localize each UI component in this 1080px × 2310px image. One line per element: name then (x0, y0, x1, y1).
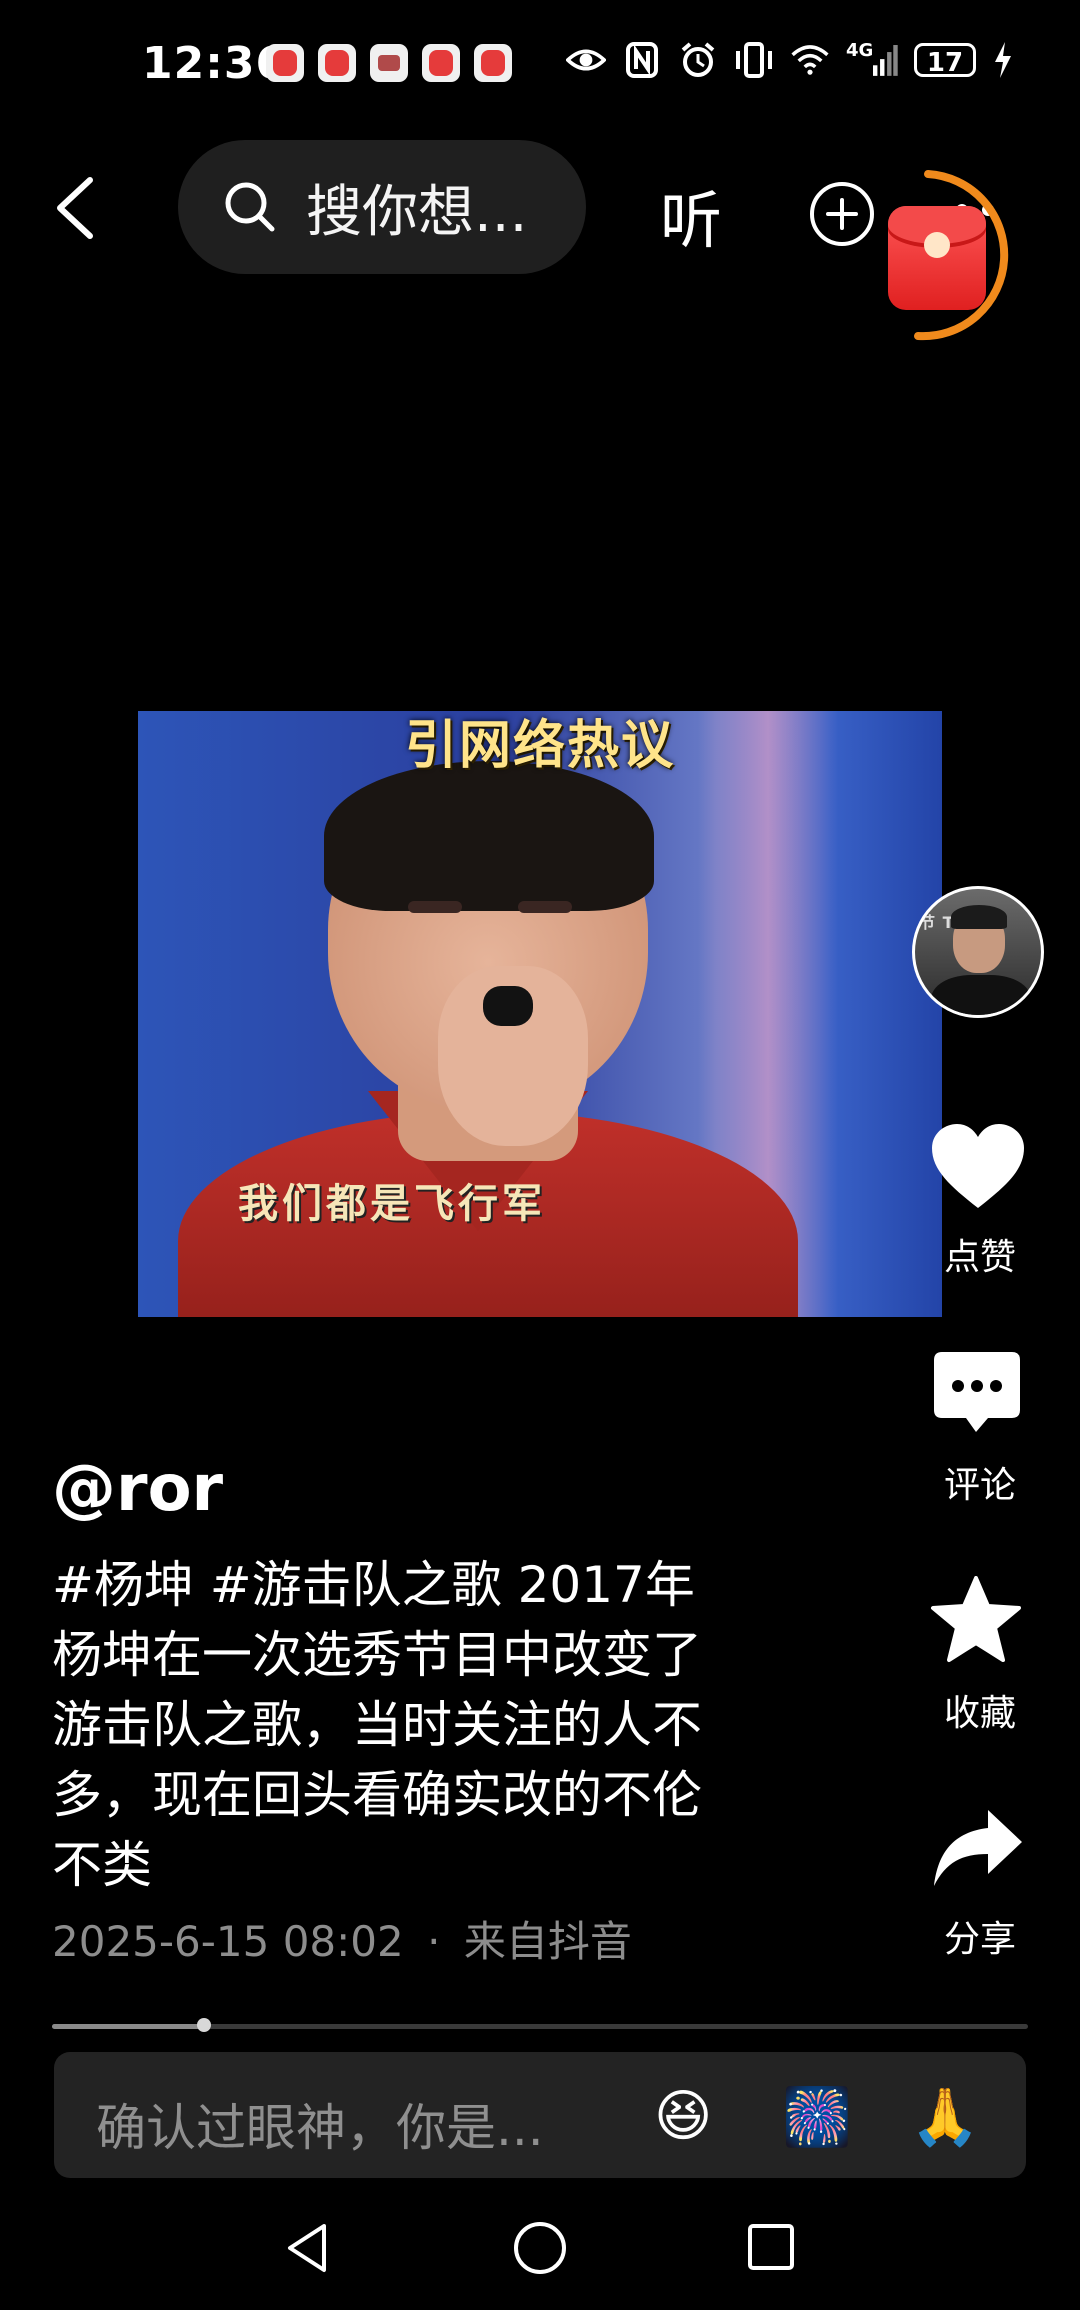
video-subtitle: 我们都是飞行军 (238, 1181, 546, 1227)
app-notification-icon (318, 44, 356, 82)
description-line: 杨坤在一次选秀节目中改变了 (52, 1626, 702, 1684)
app-notification-icon (422, 44, 460, 82)
description-line[interactable]: #杨坤 #游击队之歌 2017年 (52, 1550, 832, 1620)
status-indicators: 4G 17 (566, 40, 1014, 80)
red-packet-icon[interactable] (888, 206, 986, 310)
description-line: 不类 (52, 1836, 152, 1894)
description-line: 游击队之歌，当时关注的人不 (52, 1696, 702, 1754)
post-source: 来自抖音 (463, 1917, 632, 1966)
huawei-notification-icon (370, 44, 408, 82)
video-progress-fill (52, 2024, 204, 2029)
wifi-icon (790, 40, 830, 80)
back-button[interactable] (52, 176, 100, 240)
post-datetime: 2025-6-15 08:02 (52, 1917, 404, 1966)
microphone (483, 986, 533, 1026)
fireworks-emoji-button[interactable]: 🎆 (782, 2084, 852, 2150)
eye-icon (566, 40, 606, 80)
singer-eye (408, 901, 462, 913)
grinning-emoji-button[interactable]: 😆 (654, 2084, 712, 2149)
favorite-label: 收藏 (943, 1693, 1016, 1734)
avatar-shirt (931, 975, 1031, 1015)
vibrate-icon (734, 40, 774, 80)
post-meta: 2025-6-15 08:02 · 来自抖音 (52, 1908, 632, 1969)
like-label: 点赞 (943, 1237, 1016, 1278)
search-placeholder: 搜你想... (306, 179, 528, 245)
nfc-icon (622, 40, 662, 80)
singer-hair (324, 761, 654, 911)
like-icon[interactable] (930, 1122, 1026, 1218)
video-progress-handle[interactable] (197, 2018, 211, 2032)
post-description: #杨坤 #游击队之歌 2017年 杨坤在一次选秀节目中改变了 游击队之歌，当时关… (52, 1550, 832, 1900)
share-arrow-icon[interactable] (932, 1808, 1028, 1904)
pray-emoji-button[interactable]: 🙏 (910, 2084, 980, 2150)
charging-icon (992, 40, 1014, 80)
video-caption-top: 引网络热议 (404, 716, 675, 776)
network-type: 4G (846, 40, 874, 61)
alarm-icon (678, 40, 718, 80)
search-box[interactable]: 搜你想... (178, 140, 586, 274)
singer-eye (518, 901, 572, 913)
notification-icons (266, 44, 512, 82)
meta-separator: · (427, 1917, 441, 1966)
author-avatar[interactable]: 节 TRO (912, 886, 1044, 1018)
nav-home-icon[interactable] (512, 2220, 568, 2276)
add-button[interactable] (808, 180, 876, 248)
search-icon (225, 182, 275, 232)
cellular-signal-icon: 4G (846, 40, 898, 80)
app-notification-icon (474, 44, 512, 82)
author-name[interactable]: @ror (52, 1452, 223, 1526)
description-line: 多，现在回头看确实改的不伦 (52, 1766, 702, 1824)
share-label: 分享 (943, 1919, 1016, 1960)
comment-label: 评论 (943, 1465, 1016, 1506)
listen-button[interactable]: 听 (660, 170, 722, 260)
nav-back-icon[interactable] (280, 2220, 336, 2276)
video-player[interactable]: 引网络热议 我们都是飞行军 (138, 711, 942, 1317)
avatar-hair (951, 905, 1007, 929)
app-notification-icon (266, 44, 304, 82)
comment-placeholder[interactable]: 确认过眼神，你是... (96, 2088, 544, 2160)
comment-icon[interactable] (932, 1350, 1028, 1446)
favorite-star-icon[interactable] (930, 1576, 1026, 1672)
nav-recent-apps-icon[interactable] (746, 2222, 796, 2272)
battery-level: 17 (914, 43, 976, 78)
